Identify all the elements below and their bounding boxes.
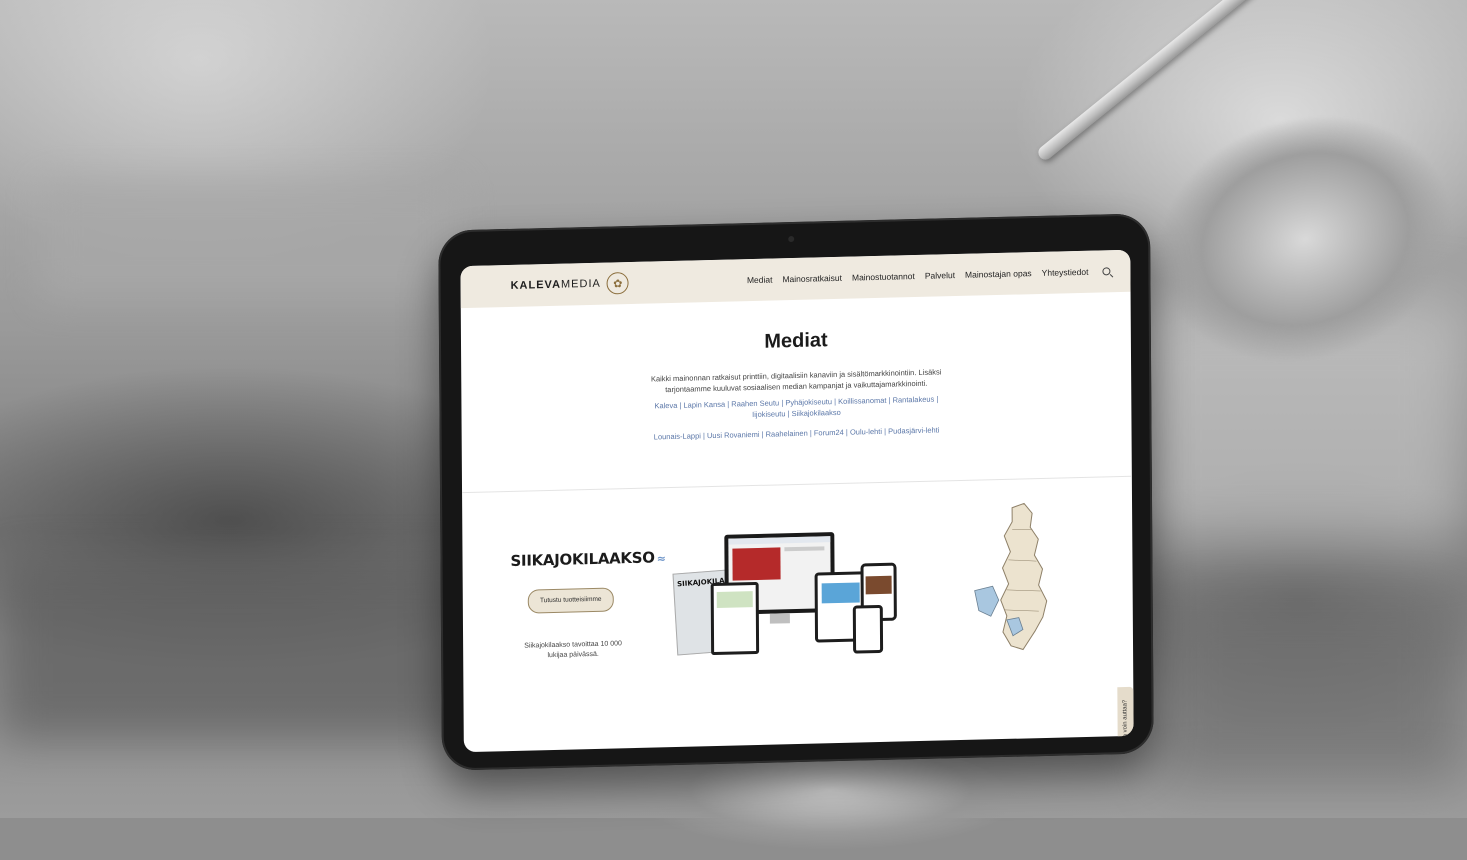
- nav-item-mediat[interactable]: Mediat: [747, 275, 773, 286]
- media-links-line1[interactable]: Kaleva | Lapin Kansa | Raahen Seutu | Py…: [646, 394, 946, 422]
- chat-tab[interactable]: CHAT: Kuinka voin auttaa?: [1117, 686, 1134, 753]
- coverage-map-image: [974, 502, 1048, 650]
- nav-item-yhteystiedot[interactable]: Yhteystiedot: [1042, 267, 1089, 278]
- reach-text: Siikajokilaakso tavoittaa 10 000 lukijaa…: [524, 639, 622, 660]
- nav-item-mainostajan-opas[interactable]: Mainostajan opas: [965, 268, 1032, 280]
- page-title: Mediat: [764, 329, 828, 353]
- wave-icon: ≈: [656, 551, 666, 565]
- logo-emblem-icon: ✿: [606, 272, 629, 295]
- product-devices-image: SIIKAJOKILAAKSO: [672, 526, 915, 662]
- tablet-screen: KALEVAMEDIA ✿ Mediat Mainosratkaisut Mai…: [460, 249, 1134, 753]
- media-links-line2[interactable]: Lounais-Lappi | Uusi Rovaniemi | Raahela…: [647, 425, 947, 443]
- search-icon[interactable]: [1102, 267, 1111, 276]
- monitor-stand: [769, 612, 790, 624]
- hero-section: Mediat Kaikki mainonnan ratkaisut printt…: [461, 292, 1132, 472]
- logo-text: KALEVAMEDIA: [510, 277, 601, 292]
- nav-item-mainosratkaisut[interactable]: Mainosratkaisut: [782, 273, 842, 284]
- main-nav: Mediat Mainosratkaisut Mainostuotannot P…: [747, 266, 1111, 285]
- camera-icon: [788, 235, 795, 243]
- tablet-image-left: [710, 581, 760, 655]
- intro-text: Kaikki mainonnan ratkaisut printtiin, di…: [650, 367, 942, 394]
- phone-image-small: [852, 604, 884, 654]
- tablet-device: KALEVAMEDIA ✿ Mediat Mainosratkaisut Mai…: [438, 213, 1154, 771]
- brand-section: SIIKAJOKILAAKSO ≈ Tutustu tuotteisiimme S…: [462, 476, 1134, 753]
- kalevamedia-logo[interactable]: KALEVAMEDIA ✿: [511, 272, 629, 297]
- explore-products-button[interactable]: Tutustu tuotteisiimme: [527, 586, 614, 614]
- nav-item-mainostuotannot[interactable]: Mainostuotannot: [852, 271, 915, 283]
- nav-item-palvelut[interactable]: Palvelut: [925, 270, 955, 281]
- siikajokilaakso-logo: SIIKAJOKILAAKSO ≈: [510, 547, 666, 570]
